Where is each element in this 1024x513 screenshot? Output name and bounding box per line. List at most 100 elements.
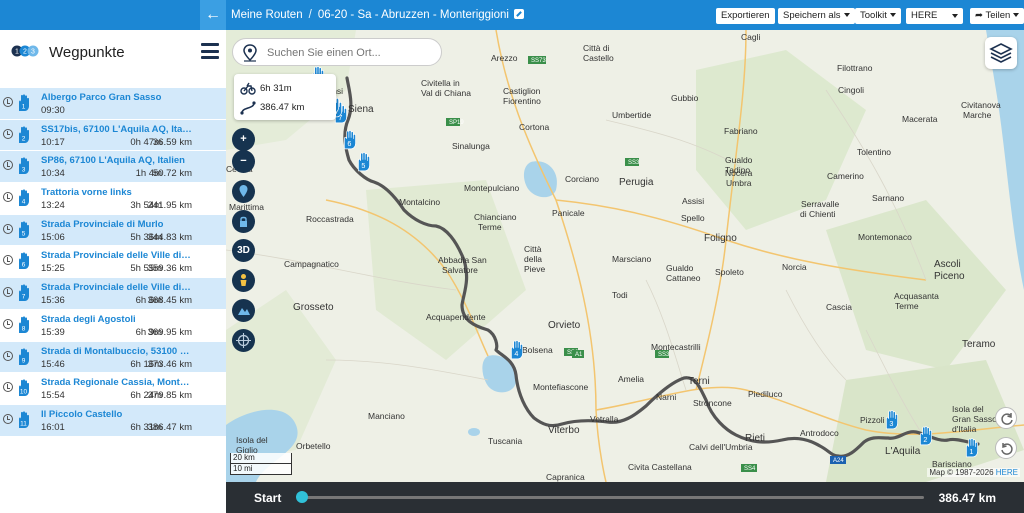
back-arrow-icon[interactable]: ←: [200, 0, 226, 30]
waypoint-name[interactable]: Strada Provinciale delle Ville di C...: [41, 250, 193, 261]
svg-text:Fiorentino: Fiorentino: [503, 96, 541, 106]
route-progress-bar: Start 386.47 km: [226, 482, 1024, 513]
svg-text:7: 7: [22, 294, 26, 301]
waypoint-row[interactable]: 1 Albergo Parco Gran Sasso 09:30: [0, 88, 226, 120]
waypoint-row[interactable]: 10 Strada Regionale Cassia, Monteri... 15:…: [0, 373, 226, 405]
street-view-button[interactable]: [232, 269, 255, 292]
waypoint-name[interactable]: Trattoria vorne links: [41, 187, 193, 198]
svg-text:6: 6: [347, 139, 351, 148]
svg-text:4: 4: [22, 199, 26, 206]
waypoint-name[interactable]: Strada degli Agostoli: [41, 314, 193, 325]
layers-icon: [989, 43, 1013, 63]
location-pin-icon: [243, 44, 257, 62]
waypoint-name[interactable]: Strada Provinciale delle Ville di C...: [41, 282, 193, 293]
svg-text:10: 10: [20, 389, 28, 396]
copyright-brand-link[interactable]: HERE: [996, 468, 1018, 477]
clock-icon[interactable]: [3, 160, 13, 171]
elevation-profile-button[interactable]: [232, 299, 255, 322]
waypoint-name[interactable]: Strada di Montalbuccio, 53100 Sie...: [41, 346, 193, 357]
map-provider-select[interactable]: HERE: [906, 8, 963, 24]
zoom-out-button[interactable]: −: [232, 150, 255, 173]
locate-me-button[interactable]: [232, 329, 255, 352]
svg-text:Salvatore: Salvatore: [442, 265, 478, 275]
svg-text:1: 1: [969, 447, 973, 456]
rotate-map-button[interactable]: [995, 407, 1017, 429]
toolkit-button[interactable]: Toolkit: [855, 8, 901, 24]
svg-text:Umbra: Umbra: [726, 178, 752, 188]
edit-icon[interactable]: [513, 9, 524, 19]
breadcrumb: Meine Routen / 06-20 - Sa - Abruzzen - Mon…: [231, 0, 524, 30]
waypoint-name[interactable]: Il Piccolo Castello: [41, 409, 193, 420]
clock-icon[interactable]: [3, 287, 13, 298]
map-canvas[interactable]: Arezzo Città di Castello Civitella in Val …: [226, 30, 1024, 482]
clock-icon[interactable]: [3, 97, 13, 107]
lock-button[interactable]: [232, 210, 255, 233]
place-search-input[interactable]: [267, 44, 437, 62]
map-layers-button[interactable]: [985, 37, 1017, 69]
clock-icon[interactable]: [3, 350, 13, 361]
waypoint-row[interactable]: 11 Il Piccolo Castello 16:01 6h 31m 386.47 k…: [0, 404, 226, 437]
svg-text:Spello: Spello: [681, 213, 705, 223]
waypoint-distance: 369.95 km: [147, 326, 192, 338]
waypoint-time: 10:34: [41, 168, 65, 180]
share-button[interactable]: ➦ Teilen: [970, 8, 1024, 24]
svg-text:Bolsena: Bolsena: [522, 345, 553, 355]
svg-text:Sinalunga: Sinalunga: [452, 141, 490, 151]
waypoint-name[interactable]: Albergo Parco Gran Sasso: [41, 92, 193, 103]
waypoint-name[interactable]: SP86, 67100 L'Aquila AQ, Italien: [41, 155, 193, 166]
waypoint-row[interactable]: 9 Strada di Montalbuccio, 53100 Sie... 15:…: [0, 341, 226, 374]
waypoint-hand-icon: 6: [19, 252, 29, 270]
reset-rotation-button[interactable]: [995, 437, 1017, 459]
waypoint-name[interactable]: Strada Provinciale di Murlo: [41, 219, 193, 230]
map-waypoint-marker[interactable]: 1: [964, 438, 980, 458]
save-as-button[interactable]: Speichern als: [778, 8, 855, 24]
add-waypoint-button[interactable]: [232, 180, 255, 203]
route-total-time: 6h 31m: [260, 83, 292, 94]
toolkit-label: Toolkit: [860, 10, 887, 21]
waypoint-row[interactable]: 4 Trattoria vorne links 13:24 3h 54m 241.95 …: [0, 183, 226, 215]
clock-icon[interactable]: [3, 192, 13, 203]
3d-view-button[interactable]: 3D: [232, 239, 255, 262]
svg-text:di Chienti: di Chienti: [800, 209, 836, 219]
svg-text:Vetralla: Vetralla: [590, 414, 619, 424]
svg-text:Manciano: Manciano: [368, 411, 405, 421]
svg-text:Castello: Castello: [583, 53, 614, 63]
clock-icon[interactable]: [3, 382, 13, 393]
map-scale: 20 km 10 mi: [230, 453, 292, 475]
zoom-in-button[interactable]: +: [232, 128, 255, 151]
svg-text:Umbertide: Umbertide: [612, 110, 651, 120]
clock-icon[interactable]: [3, 128, 13, 139]
svg-text:Foligno: Foligno: [704, 233, 737, 244]
waypoint-row[interactable]: 8 Strada degli Agostoli 15:39 6h 9m 369.95 k…: [0, 310, 226, 342]
waypoint-row[interactable]: 7 Strada Provinciale delle Ville di C... 1…: [0, 278, 226, 310]
breadcrumb-root[interactable]: Meine Routen: [231, 9, 303, 21]
waypoint-row[interactable]: 5 Strada Provinciale di Murlo 15:06 5h 36m 3…: [0, 214, 226, 247]
share-icon: ➦: [975, 10, 983, 21]
waypoint-row[interactable]: 3 SP86, 67100 L'Aquila AQ, Italien 10:34 1h…: [0, 151, 226, 184]
map-waypoint-marker[interactable]: 6: [342, 130, 358, 150]
hamburger-menu-icon[interactable]: [201, 43, 219, 59]
route-progress-handle[interactable]: [296, 491, 308, 503]
svg-text:Stroncone: Stroncone: [693, 398, 732, 408]
clock-icon[interactable]: [3, 255, 13, 266]
svg-text:Gubbio: Gubbio: [671, 93, 699, 103]
mountain-chart-icon: [238, 308, 250, 315]
waypoint-name[interactable]: SS17bis, 67100 L'Aquila AQ, Italien: [41, 124, 193, 135]
clock-icon[interactable]: [3, 413, 13, 424]
map-waypoint-marker[interactable]: 3: [884, 410, 900, 430]
clock-icon[interactable]: [3, 318, 13, 329]
export-button[interactable]: Exportieren: [716, 8, 775, 24]
map-waypoint-marker[interactable]: 5: [356, 152, 372, 172]
svg-text:Fabriano: Fabriano: [724, 126, 758, 136]
map-waypoint-marker[interactable]: 2: [918, 426, 934, 446]
waypoint-row[interactable]: 2 SS17bis, 67100 L'Aquila AQ, Italien 10:1…: [0, 119, 226, 152]
waypoint-name[interactable]: Strada Regionale Cassia, Monteri...: [41, 377, 193, 388]
waypoint-row[interactable]: 6 Strada Provinciale delle Ville di C... 1…: [0, 246, 226, 279]
svg-text:Ascoli: Ascoli: [934, 259, 961, 270]
route-progress-track[interactable]: [300, 496, 924, 499]
svg-text:Terme: Terme: [478, 222, 502, 232]
waypoint-hand-icon: 3: [886, 410, 898, 430]
clock-icon[interactable]: [3, 223, 13, 234]
svg-text:Sarnano: Sarnano: [872, 193, 904, 203]
map-waypoint-marker[interactable]: 4: [509, 340, 525, 360]
